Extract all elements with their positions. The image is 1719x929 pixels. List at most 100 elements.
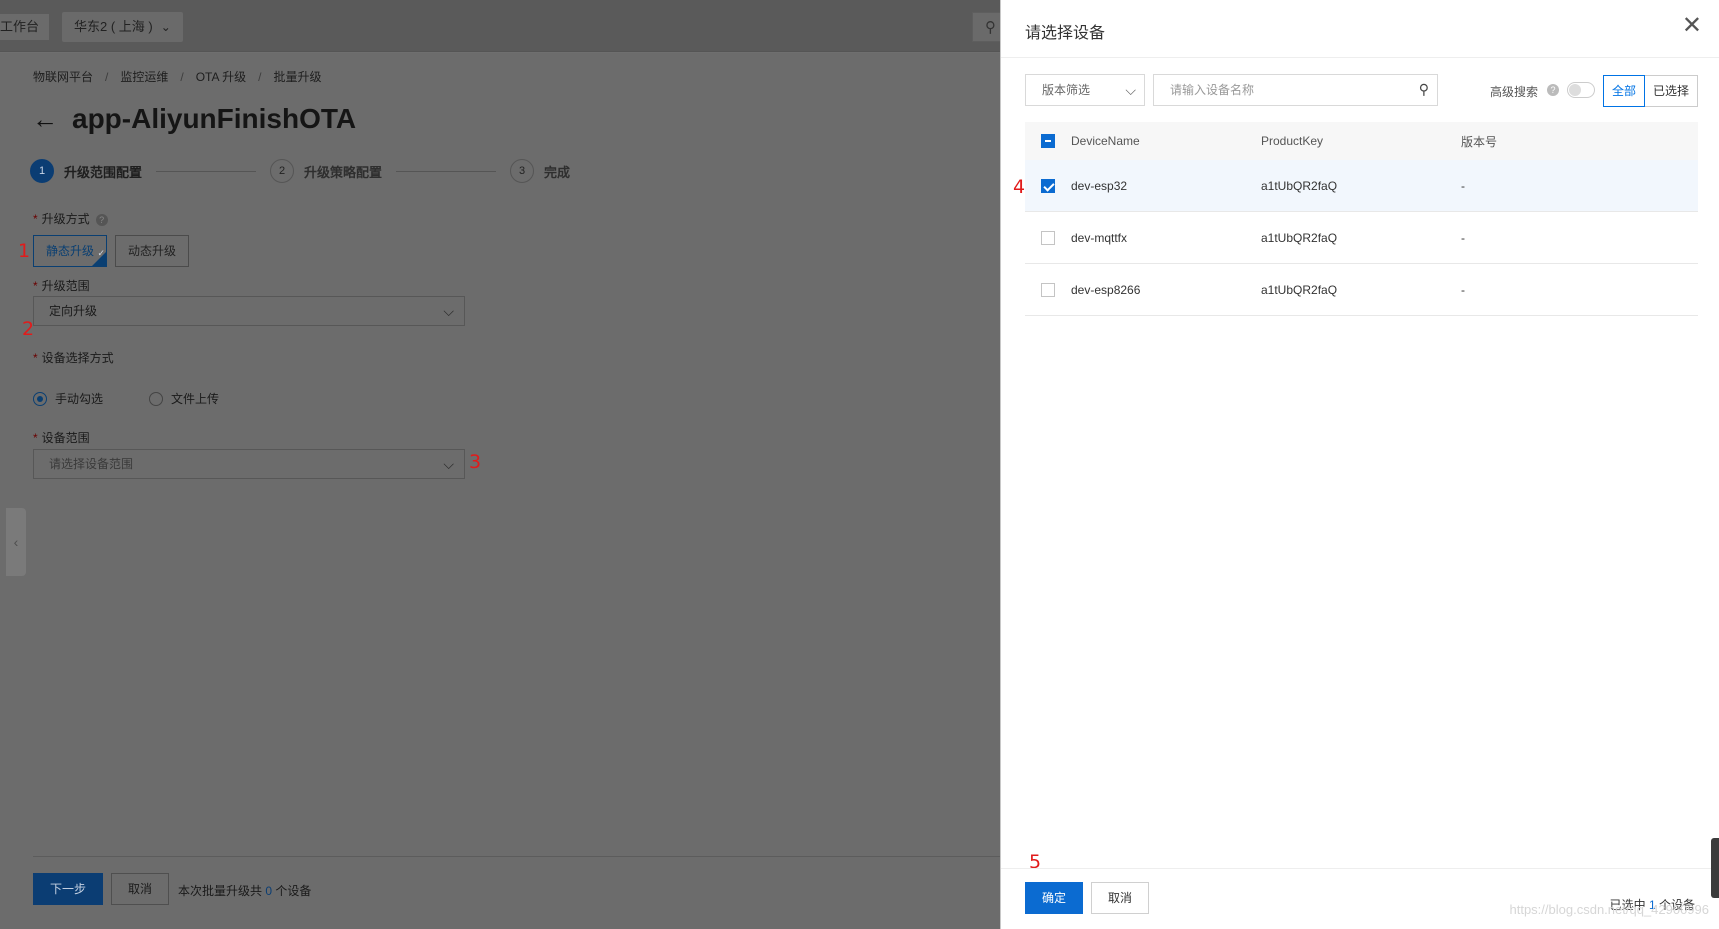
table-row[interactable]: dev-esp8266 a1tUbQR2faQ -: [1025, 264, 1698, 316]
device-range-label-text: 设备范围: [41, 431, 90, 445]
page-cancel-button[interactable]: 取消: [111, 873, 169, 905]
close-icon[interactable]: ✕: [1682, 14, 1702, 38]
top-navigation-bar: 工作台 华东2 ( 上海 ) ⌄ ⚲: [0, 0, 1012, 52]
step-connector: [156, 170, 257, 172]
step-connector: [396, 170, 497, 172]
search-icon[interactable]: ⚲: [1419, 81, 1429, 98]
segment-selected[interactable]: 已选择: [1645, 75, 1699, 107]
step-complete: 3 完成: [510, 159, 570, 183]
annotation-1: 1: [18, 240, 31, 262]
scroll-indicator[interactable]: [1711, 838, 1719, 898]
radio-dot-icon: [33, 391, 47, 406]
select-all-checkbox[interactable]: [1041, 134, 1055, 148]
note-prefix: 本次批量升级共: [178, 884, 266, 898]
step-label: 升级策略配置: [304, 164, 383, 180]
page-header: ← app-AliyunFinishOTA: [32, 103, 356, 135]
watermark: https://blog.csdn.net/qq_42900996: [1509, 902, 1710, 917]
upgrade-mode-label: * 升级方式?: [33, 210, 108, 227]
breadcrumb-item-iot-platform[interactable]: 物联网平台: [33, 70, 93, 84]
drawer-cancel-button[interactable]: 取消: [1091, 882, 1149, 914]
workspace-link[interactable]: 工作台: [0, 14, 50, 40]
breadcrumb-item-batch-upgrade: 批量升级: [273, 70, 322, 84]
device-search-input[interactable]: [1154, 75, 1404, 105]
upgrade-range-value: 定向升级: [49, 304, 98, 318]
step-number: 1: [30, 159, 54, 183]
region-selector[interactable]: 华东2 ( 上海 ) ⌄: [62, 12, 183, 42]
row-checkbox[interactable]: [1041, 282, 1055, 297]
radio-file-label: 文件上传: [171, 392, 220, 406]
breadcrumb-separator: /: [180, 70, 184, 84]
breadcrumb: 物联网平台 / 监控运维 / OTA 升级 / 批量升级: [33, 68, 322, 85]
view-filter-segment: 全部 已选择: [1603, 75, 1699, 107]
note-suffix: 个设备: [272, 884, 312, 898]
help-icon[interactable]: ?: [1547, 84, 1559, 96]
drawer-title: 请选择设备: [1025, 25, 1106, 42]
version-filter-label: 版本筛选: [1042, 83, 1091, 97]
step-label: 升级范围配置: [64, 164, 143, 180]
back-arrow-icon[interactable]: ←: [32, 106, 58, 132]
device-name: dev-esp32: [1071, 178, 1128, 193]
search-icon: ⚲: [985, 19, 996, 36]
radio-dot-icon: [149, 391, 163, 406]
batch-upgrade-page: 物联网平台 / 监控运维 / OTA 升级 / 批量升级 ← app-AliyunFinis…: [0, 53, 1000, 929]
chevron-down-icon: ⌵: [443, 303, 454, 319]
device-range-label: * 设备范围: [33, 429, 90, 446]
advanced-search-label: 高级搜索: [1490, 85, 1539, 99]
next-step-button[interactable]: 下一步: [33, 873, 103, 905]
version-value: -: [1461, 230, 1465, 245]
row-checkbox[interactable]: [1041, 230, 1055, 245]
breadcrumb-separator: /: [258, 70, 262, 84]
product-key: a1tUbQR2faQ: [1261, 282, 1338, 297]
static-upgrade-label: 静态升级: [46, 244, 95, 258]
annotation-2: 2: [22, 318, 35, 340]
required-mark: *: [33, 431, 38, 445]
select-device-drawer: 请选择设备 ✕ 版本筛选 ⌵ ⚲ 高级搜索 ? 全部 已选择 DeviceNam…: [1000, 0, 1719, 929]
device-name: dev-mqttfx: [1071, 230, 1128, 245]
row-checkbox[interactable]: [1041, 178, 1055, 193]
region-label: 华东2 ( 上海 ): [74, 19, 153, 34]
help-icon[interactable]: ?: [95, 213, 108, 226]
collapse-handle[interactable]: ‹: [6, 508, 26, 576]
static-upgrade-button[interactable]: 静态升级 ✓: [33, 235, 108, 267]
step-number: 3: [510, 159, 535, 183]
device-table: DeviceName ProductKey 版本号 dev-esp32 a1tU…: [1025, 122, 1698, 316]
device-range-placeholder: 请选择设备范围: [49, 457, 134, 471]
product-key: a1tUbQR2faQ: [1261, 178, 1338, 193]
step-label: 完成: [544, 164, 571, 180]
page-title: app-AliyunFinishOTA: [72, 103, 357, 134]
version-value: -: [1461, 282, 1465, 297]
upgrade-steps: 1 升级范围配置 2 升级策略配置 3 完成: [30, 159, 570, 183]
advanced-search-toggle[interactable]: [1567, 82, 1595, 98]
batch-device-count-note: 本次批量升级共 0 个设备: [178, 882, 311, 899]
dynamic-upgrade-button[interactable]: 动态升级: [115, 235, 190, 267]
breadcrumb-item-ota[interactable]: OTA 升级: [196, 70, 246, 84]
upgrade-range-label: * 升级范围: [33, 277, 90, 294]
chevron-down-icon: ⌄: [160, 20, 171, 34]
breadcrumb-item-monitoring[interactable]: 监控运维: [120, 70, 168, 84]
upgrade-range-select[interactable]: 定向升级 ⌵: [33, 296, 465, 326]
step-range-config: 1 升级范围配置: [30, 159, 142, 183]
required-mark: *: [33, 351, 38, 365]
segment-all[interactable]: 全部: [1603, 75, 1646, 107]
table-row[interactable]: dev-esp32 a1tUbQR2faQ -: [1025, 160, 1698, 212]
radio-manual-select[interactable]: 手动勾选: [33, 390, 103, 407]
required-mark: *: [33, 212, 38, 226]
footer-divider: [33, 856, 1000, 857]
column-header-version: 版本号: [1461, 134, 1498, 149]
radio-manual-label: 手动勾选: [55, 392, 104, 406]
annotation-3: 3: [469, 451, 482, 473]
confirm-button[interactable]: 确定: [1025, 882, 1083, 914]
device-name: dev-esp8266: [1071, 282, 1141, 297]
device-select-method-label-text: 设备选择方式: [41, 351, 114, 365]
version-value: -: [1461, 178, 1465, 193]
version-filter-select[interactable]: 版本筛选 ⌵: [1025, 74, 1145, 106]
breadcrumb-separator: /: [105, 70, 109, 84]
radio-file-upload[interactable]: 文件上传: [149, 390, 219, 407]
column-header-productkey: ProductKey: [1261, 134, 1324, 148]
step-strategy-config: 2 升级策略配置: [270, 159, 382, 183]
table-row[interactable]: dev-mqttfx a1tUbQR2faQ -: [1025, 212, 1698, 264]
checkmark-icon: ✓: [97, 248, 106, 258]
device-select-method-label: * 设备选择方式: [33, 349, 114, 366]
device-range-select[interactable]: 请选择设备范围 ⌵: [33, 449, 465, 479]
chevron-down-icon: ⌵: [443, 456, 454, 472]
